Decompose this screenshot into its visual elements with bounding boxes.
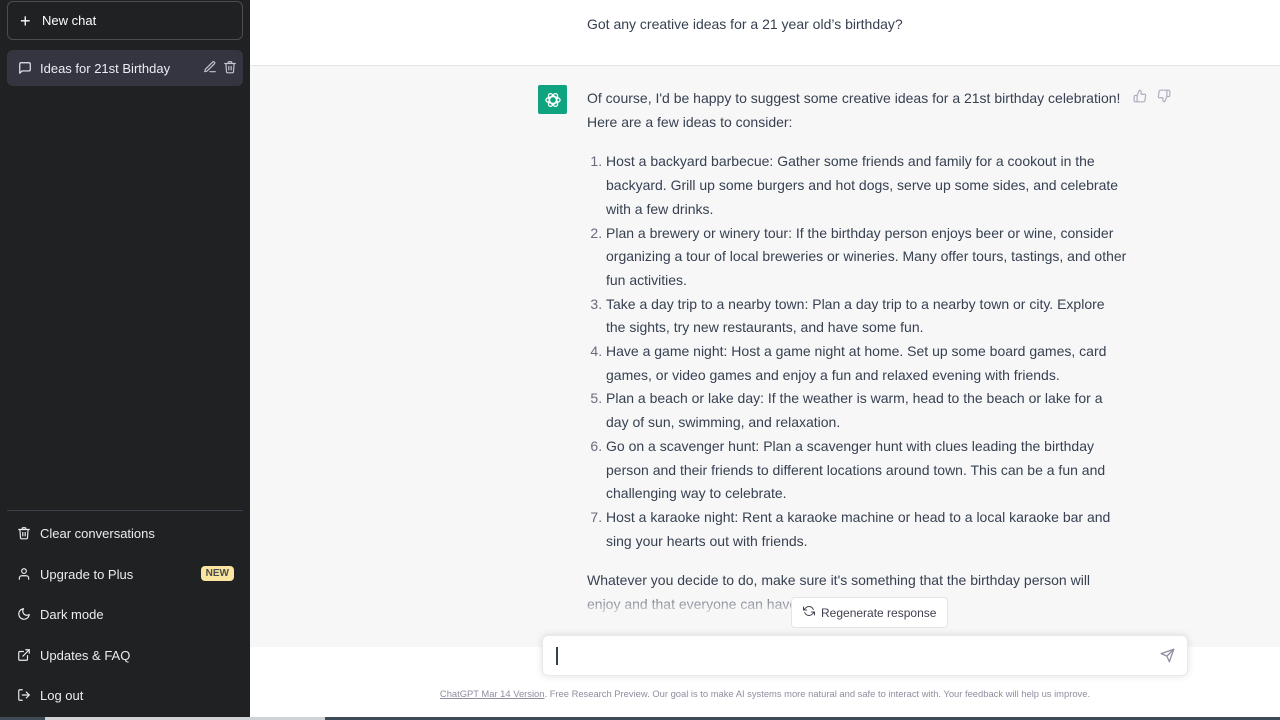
conversation-title: Ideas for 21st Birthday bbox=[40, 60, 171, 76]
menu-label: Updates & FAQ bbox=[40, 647, 131, 663]
menu-label: Dark mode bbox=[40, 606, 104, 622]
regenerate-response-button[interactable]: Regenerate response bbox=[791, 597, 949, 628]
dark-mode-button[interactable]: Dark mode bbox=[7, 596, 243, 632]
new-chat-button[interactable]: + New chat bbox=[7, 1, 243, 40]
send-icon[interactable] bbox=[1160, 648, 1175, 668]
thumbs-down-icon[interactable] bbox=[1157, 89, 1171, 108]
reply-intro: Of course, I'd be happy to suggest some … bbox=[587, 90, 1121, 130]
sidebar: + New chat Ideas for 21st Birthday Clear… bbox=[0, 0, 250, 720]
thumbs-up-icon[interactable] bbox=[1133, 89, 1147, 108]
regenerate-label: Regenerate response bbox=[821, 605, 937, 620]
logout-icon bbox=[17, 688, 40, 702]
footer-text: . Free Research Preview. Our goal is to … bbox=[544, 688, 1091, 699]
list-item: Go on a scavenger hunt: Plan a scavenger… bbox=[606, 435, 1127, 506]
new-chat-label: New chat bbox=[42, 13, 97, 28]
assistant-message: Of course, I'd be happy to suggest some … bbox=[250, 66, 1280, 646]
assistant-reply: Of course, I'd be happy to suggest some … bbox=[587, 87, 1127, 617]
upgrade-to-plus-button[interactable]: Upgrade to Plus NEW bbox=[7, 556, 243, 592]
chat-bubble-icon bbox=[18, 61, 40, 75]
menu-label: Upgrade to Plus bbox=[40, 566, 134, 582]
chatgpt-app: + New chat Ideas for 21st Birthday Clear… bbox=[0, 0, 1280, 720]
trash-icon bbox=[17, 526, 40, 540]
user-message-text: Got any creative ideas for a 21 year old… bbox=[587, 16, 903, 32]
menu-label: Clear conversations bbox=[40, 525, 155, 541]
list-item: Take a day trip to a nearby town: Plan a… bbox=[606, 293, 1127, 340]
clear-conversations-button[interactable]: Clear conversations bbox=[7, 515, 243, 551]
feedback-buttons bbox=[1133, 89, 1171, 108]
sidebar-divider bbox=[7, 510, 243, 511]
list-item: Plan a brewery or winery tour: If the bi… bbox=[606, 222, 1127, 293]
ideas-list: Host a backyard barbecue: Gather some fr… bbox=[587, 150, 1127, 553]
refresh-icon bbox=[803, 605, 815, 620]
external-link-icon bbox=[17, 648, 40, 662]
delete-icon[interactable] bbox=[223, 60, 237, 77]
conversation-item[interactable]: Ideas for 21st Birthday bbox=[7, 50, 243, 86]
list-item: Host a backyard barbecue: Gather some fr… bbox=[606, 150, 1127, 221]
menu-label: Log out bbox=[40, 687, 84, 703]
message-input[interactable] bbox=[555, 646, 1135, 668]
list-item: Have a game night: Host a game night at … bbox=[606, 340, 1127, 387]
updates-faq-link[interactable]: Updates & FAQ bbox=[7, 637, 243, 673]
list-item: Plan a beach or lake day: If the weather… bbox=[606, 387, 1127, 434]
chat-main: Got any creative ideas for a 21 year old… bbox=[250, 0, 1280, 720]
moon-icon bbox=[17, 607, 40, 621]
message-composer bbox=[542, 635, 1188, 676]
version-link[interactable]: ChatGPT Mar 14 Version bbox=[440, 688, 545, 699]
footer-disclaimer: ChatGPT Mar 14 Version. Free Research Pr… bbox=[250, 688, 1280, 699]
plus-icon: + bbox=[20, 10, 31, 31]
list-item: Host a karaoke night: Rent a karaoke mac… bbox=[606, 506, 1127, 553]
log-out-button[interactable]: Log out bbox=[7, 677, 243, 713]
user-message: Got any creative ideas for a 21 year old… bbox=[250, 0, 1280, 66]
edit-icon[interactable] bbox=[203, 60, 217, 77]
chatgpt-logo-icon bbox=[538, 85, 567, 114]
new-badge: NEW bbox=[200, 566, 234, 581]
user-icon bbox=[17, 567, 40, 581]
